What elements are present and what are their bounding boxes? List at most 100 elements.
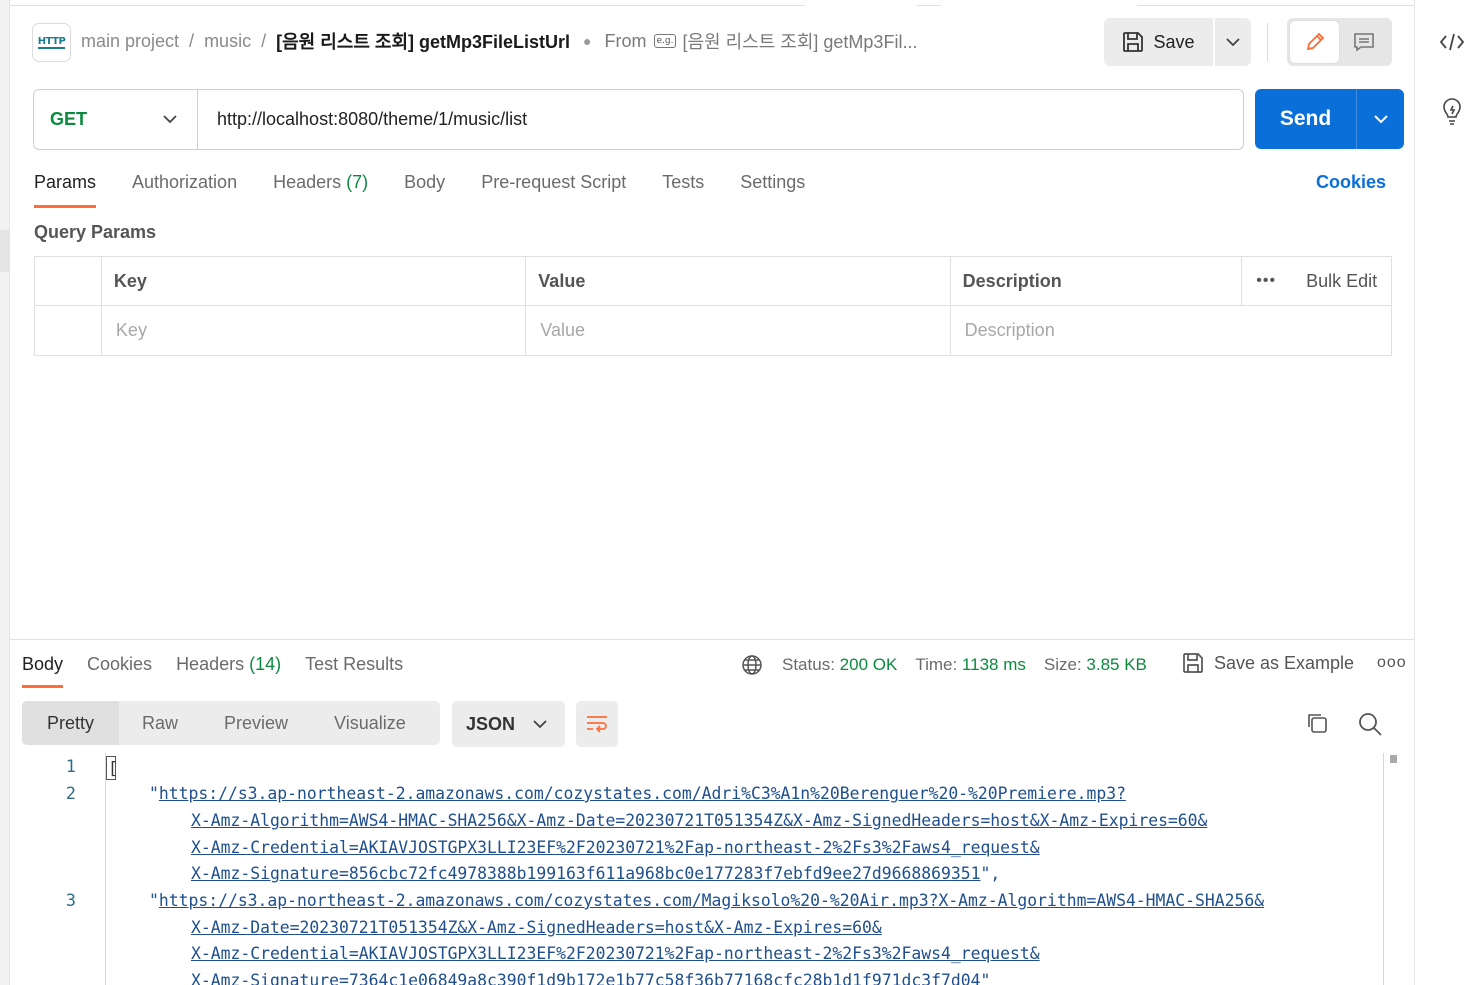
response-divider[interactable] xyxy=(10,639,1414,640)
tab-tests[interactable]: Tests xyxy=(662,172,704,198)
code-snippet-button[interactable] xyxy=(1437,27,1467,57)
chevron-down-icon xyxy=(1373,114,1388,123)
save-button[interactable]: Save xyxy=(1104,18,1213,66)
wrap-lines-button[interactable] xyxy=(576,701,618,747)
view-pretty[interactable]: Pretty xyxy=(22,701,119,745)
tab-body[interactable]: Body xyxy=(404,172,445,198)
table-row: Key Value Description xyxy=(35,306,1391,355)
tab-authorization[interactable]: Authorization xyxy=(132,172,237,198)
tab-settings[interactable]: Settings xyxy=(740,172,805,198)
send-group: Send xyxy=(1255,89,1404,149)
response-more-options-icon[interactable]: ooo xyxy=(1377,654,1407,672)
comment-icon xyxy=(1353,33,1374,52)
url-link[interactable]: https://s3.ap-northeast-2.amazonaws.com/… xyxy=(159,784,1126,803)
top-tab-border xyxy=(10,5,805,6)
chevron-down-icon xyxy=(533,719,547,728)
url-link[interactable]: X-Amz-Signature=7364c1e06849a8c390f1d9b1… xyxy=(191,971,980,985)
copy-icon[interactable] xyxy=(1305,711,1329,735)
column-header-value: Value xyxy=(526,257,951,305)
pencil-icon xyxy=(1306,32,1324,51)
tab-pre-request-script[interactable]: Pre-request Script xyxy=(481,172,626,198)
size-label: Size: xyxy=(1043,655,1082,674)
time-value[interactable]: 1138 ms xyxy=(962,655,1026,675)
tab-params[interactable]: Params xyxy=(34,172,97,208)
bulk-edit-button[interactable]: Bulk Edit xyxy=(1306,271,1377,292)
url-link[interactable]: X-Amz-Algorithm=AWS4-HMAC-SHA256&X-Amz-D… xyxy=(191,811,1207,830)
url-link[interactable]: X-Amz-Date=20230721T051354Z&X-Amz-Signed… xyxy=(191,918,882,937)
request-tabs: Params Authorization Headers (7) Body Pr… xyxy=(34,172,841,208)
view-visualize[interactable]: Visualize xyxy=(311,701,429,745)
edit-mode-button[interactable] xyxy=(1290,21,1339,63)
save-as-example-button[interactable]: Save as Example xyxy=(1182,652,1354,674)
url-link[interactable]: X-Amz-Signature=856cbc72fc4978388b199163… xyxy=(191,864,980,883)
comment-mode-button[interactable] xyxy=(1339,21,1388,63)
response-tab-cookies[interactable]: Cookies xyxy=(87,654,152,675)
request-title[interactable]: [음원 리스트 조회] getMp3FileListUrl xyxy=(276,28,570,54)
breadcrumb-folder[interactable]: music xyxy=(204,31,251,52)
url-input[interactable]: http://localhost:8080/theme/1/music/list xyxy=(198,109,527,130)
response-status: Status: 200 OK Time: 1138 ms Size: 3.85 … xyxy=(741,654,1147,676)
insights-button[interactable] xyxy=(1437,97,1467,127)
view-mode-segmented: Pretty Raw Preview Visualize xyxy=(22,701,440,745)
send-button[interactable]: Send xyxy=(1255,89,1356,149)
line-number: 1 xyxy=(65,757,76,777)
format-select[interactable]: JSON xyxy=(452,701,565,747)
description-input[interactable]: Description xyxy=(951,306,1391,355)
gutter-divider xyxy=(105,753,106,985)
response-tab-body[interactable]: Body xyxy=(22,654,64,688)
left-sidebar-marker xyxy=(0,230,10,272)
globe-icon[interactable] xyxy=(741,654,763,676)
scrollbar-thumb[interactable] xyxy=(1390,755,1397,763)
breadcrumb: main project / music / [음원 리스트 조회] getMp… xyxy=(81,28,917,54)
method-select[interactable]: GET xyxy=(34,90,198,149)
right-sidebar xyxy=(1414,0,1470,985)
row-checkbox-cell xyxy=(35,306,102,355)
code-line: "https://s3.ap-northeast-2.amazonaws.com… xyxy=(149,784,1126,803)
url-link[interactable]: https://s3.ap-northeast-2.amazonaws.com/… xyxy=(159,891,1264,910)
headers-count: (7) xyxy=(346,172,369,192)
send-options-button[interactable] xyxy=(1356,89,1404,149)
breadcrumb-workspace[interactable]: main project xyxy=(81,31,179,52)
code-line: X-Amz-Credential=AKIAVJOSTGPX3LLI23EF%2F… xyxy=(191,835,1040,862)
search-icon[interactable] xyxy=(1357,711,1383,737)
view-preview[interactable]: Preview xyxy=(201,701,311,745)
scrollbar-track[interactable] xyxy=(1383,753,1384,985)
top-tab-border xyxy=(1137,5,1414,6)
url-bar: GET http://localhost:8080/theme/1/music/… xyxy=(33,89,1244,150)
view-raw[interactable]: Raw xyxy=(119,701,201,745)
query-params-title: Query Params xyxy=(34,222,157,242)
chevron-down-icon xyxy=(1226,37,1240,46)
status-value[interactable]: 200 OK xyxy=(840,655,898,675)
response-code-view[interactable]: 1 2 3 [ "https://s3.ap-northeast-2.amazo… xyxy=(10,753,1390,985)
save-icon xyxy=(1123,32,1144,52)
value-input[interactable]: Value xyxy=(526,306,951,355)
status-label: Status: xyxy=(782,655,835,674)
save-as-example-label: Save as Example xyxy=(1214,652,1355,673)
url-link[interactable]: X-Amz-Credential=AKIAVJOSTGPX3LLI23EF%2F… xyxy=(191,838,1040,857)
cookies-link[interactable]: Cookies xyxy=(1316,172,1386,193)
response-tab-test-results[interactable]: Test Results xyxy=(305,654,403,675)
response-headers-count: (14) xyxy=(249,654,282,674)
time-label: Time: xyxy=(915,655,958,674)
method-label: GET xyxy=(50,109,88,129)
example-icon: e.g. xyxy=(653,34,677,48)
chevron-down-icon xyxy=(163,115,177,124)
lightbulb-icon xyxy=(1443,98,1461,125)
tab-headers[interactable]: Headers (7) xyxy=(273,172,368,198)
column-header-key: Key xyxy=(102,257,527,305)
mode-toggle xyxy=(1287,18,1392,66)
more-options-icon[interactable]: ••• xyxy=(1256,272,1276,290)
key-input[interactable]: Key xyxy=(102,306,527,355)
size-value[interactable]: 3.85 KB xyxy=(1086,655,1147,675)
response-tab-headers[interactable]: Headers (14) xyxy=(176,654,281,675)
code-bracket: [ xyxy=(108,759,118,778)
wrap-icon xyxy=(587,716,607,733)
example-link[interactable]: [음원 리스트 조회] getMp3Fil... xyxy=(682,28,917,54)
code-line: "https://s3.ap-northeast-2.amazonaws.com… xyxy=(149,891,1265,910)
url-link[interactable]: X-Amz-Credential=AKIAVJOSTGPX3LLI23EF%2F… xyxy=(191,944,1040,963)
code-line: X-Amz-Algorithm=AWS4-HMAC-SHA256&X-Amz-D… xyxy=(191,808,1207,835)
code-icon xyxy=(1439,33,1465,51)
table-header-row: Key Value Description ••• Bulk Edit xyxy=(35,257,1391,306)
save-icon xyxy=(1183,653,1203,673)
save-options-button[interactable] xyxy=(1215,18,1251,66)
